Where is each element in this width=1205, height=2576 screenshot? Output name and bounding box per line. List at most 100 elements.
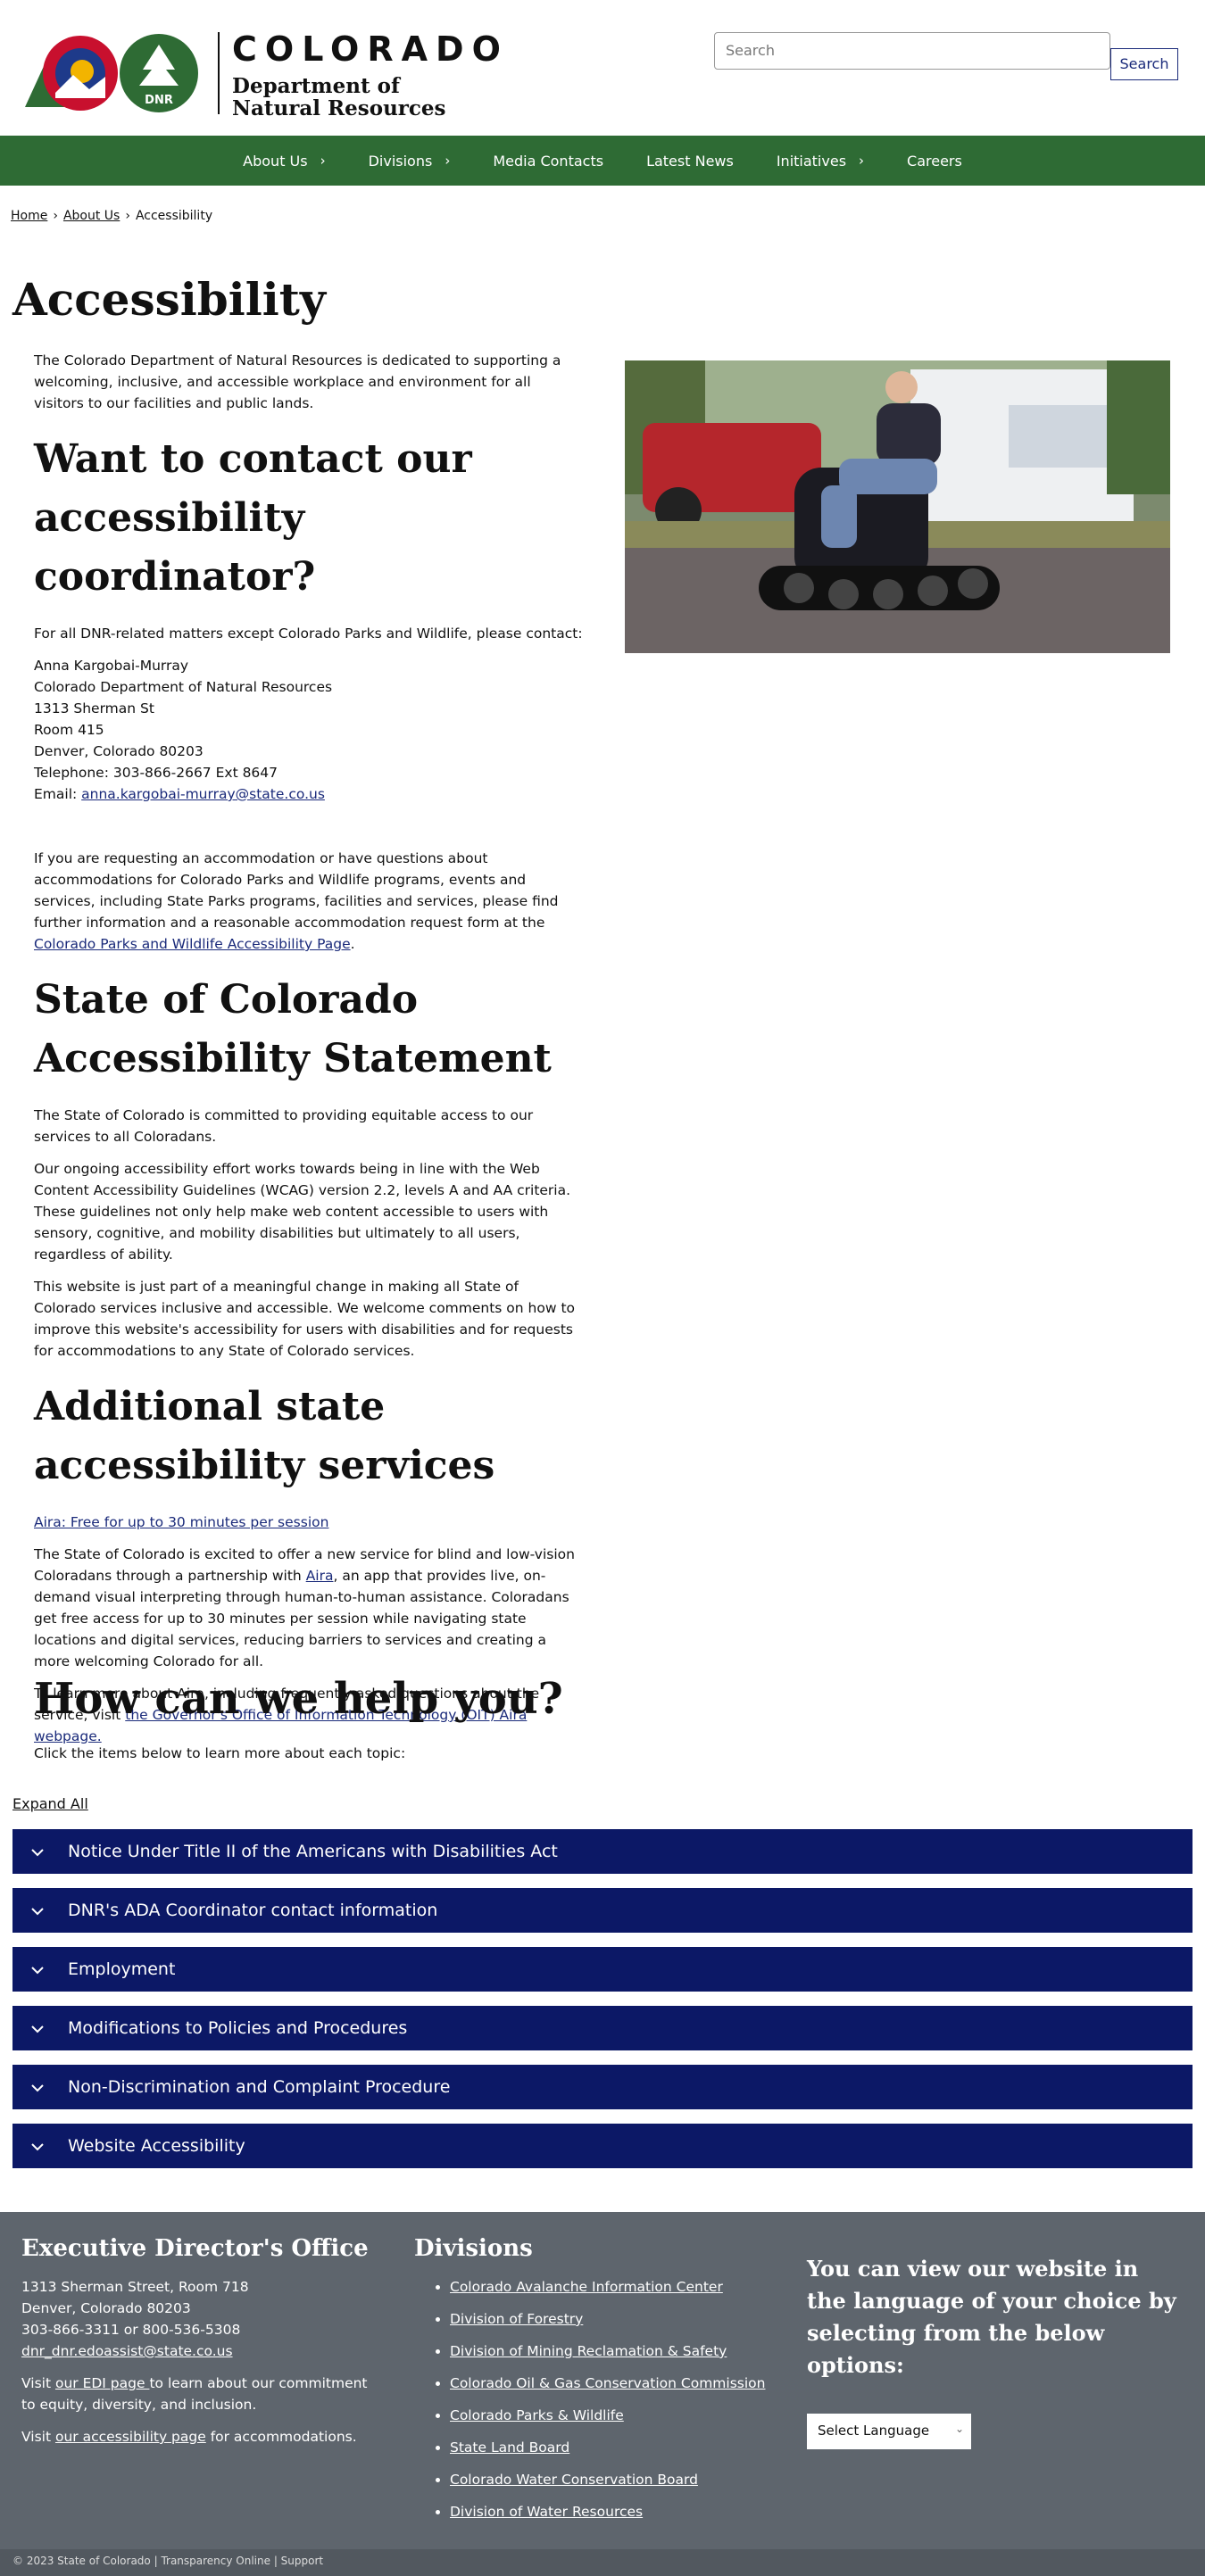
statement-p3: This website is just part of a meaningfu… — [34, 1279, 576, 1359]
aira-link[interactable]: Aira — [306, 1568, 334, 1584]
cpw-text: If you are requesting an accommodation o… — [34, 850, 559, 931]
statement-p1: The State of Colorado is committed to pr… — [34, 1107, 534, 1145]
statement-p2: Our ongoing accessibility effort works t… — [34, 1161, 571, 1263]
coordinator-address: Anna Kargobai-Murray Colorado Department… — [34, 655, 583, 805]
site-header: DNR COLORADO Department of Natural Resou… — [0, 0, 1205, 136]
coordinator-email-link[interactable]: anna.kargobai-murray@state.co.us — [81, 786, 325, 802]
footer-divisions-list: Colorado Avalanche Information Center Di… — [414, 2276, 771, 2522]
breadcrumb-separator: › — [125, 209, 130, 223]
footer-accessibility-link[interactable]: our accessibility page — [55, 2429, 206, 2445]
list-item: Division of Water Resources — [450, 2501, 771, 2522]
coordinator-city: Denver, Colorado 80203 — [34, 743, 204, 759]
footer-office-heading: Executive Director's Office — [21, 2235, 369, 2262]
additional-heading: Additional state accessibility services — [34, 1384, 495, 1488]
breadcrumb: Home › About Us › Accessibility — [11, 209, 212, 223]
footer-division-link[interactable]: Division of Water Resources — [450, 2504, 643, 2520]
accordion-item-website-accessibility[interactable]: Website Accessibility — [12, 2124, 1193, 2168]
chevron-right-icon: › — [445, 153, 451, 169]
footer-division-link[interactable]: State Land Board — [450, 2439, 569, 2456]
main-nav: About Us › Divisions › Media Contacts Late… — [0, 136, 1205, 186]
photo-image — [625, 360, 1170, 653]
footer-divisions: Divisions Colorado Avalanche Information… — [414, 2233, 771, 2533]
nav-label: Divisions — [368, 152, 433, 170]
accordion-item-ada-coordinator[interactable]: DNR's ADA Coordinator contact informatio… — [12, 1888, 1193, 1933]
nav-label: Latest News — [646, 152, 734, 170]
cpw-text-end: . — [350, 936, 355, 952]
nav-label: Initiatives — [776, 152, 847, 170]
breadcrumb-current: Accessibility — [135, 209, 213, 223]
email-label: Email: — [34, 786, 82, 802]
list-item: Colorado Water Conservation Board — [450, 2469, 771, 2490]
breadcrumb-home-link[interactable]: Home — [11, 209, 47, 223]
footer-division-link[interactable]: Colorado Oil & Gas Conservation Commissi… — [450, 2375, 765, 2391]
footer-accessibility-paragraph: Visit our accessibility page for accommo… — [21, 2426, 378, 2448]
chevron-down-icon — [30, 1901, 48, 1920]
footer-office: Executive Director's Office 1313 Sherman… — [21, 2233, 378, 2458]
footer-bottom-bar: © 2023 State of Colorado | Transparency … — [0, 2549, 1205, 2576]
page-title: Accessibility — [12, 273, 326, 326]
colorado-c-logo-icon: DNR — [25, 34, 198, 112]
footer-edi-link[interactable]: our EDI page — [55, 2375, 149, 2391]
footer-office-city: Denver, Colorado 80203 — [21, 2300, 191, 2316]
nav-item-latest-news[interactable]: Latest News — [625, 136, 755, 186]
coordinator-lead: For all DNR-related matters except Color… — [34, 625, 583, 642]
language-select[interactable]: Select Language ⌄ — [807, 2414, 971, 2449]
chevron-down-icon — [30, 2077, 48, 2097]
chevron-down-icon — [30, 1842, 48, 1861]
nav-item-initiatives[interactable]: Initiatives › — [755, 136, 885, 186]
footer-office-phone: 303-866-3311 or 800-536-5308 — [21, 2322, 241, 2338]
list-item: Division of Forestry — [450, 2308, 771, 2330]
search-input[interactable]: Search — [714, 32, 1110, 70]
footer-office-street: 1313 Sherman Street, Room 718 — [21, 2279, 249, 2295]
accordion-label: Non-Discrimination and Complaint Procedu… — [68, 2077, 451, 2097]
help-subtitle: Click the items below to learn more abou… — [34, 1745, 406, 1761]
nav-label: About Us — [243, 152, 308, 170]
nav-item-media-contacts[interactable]: Media Contacts — [471, 136, 625, 186]
site-logo[interactable]: DNR COLORADO Department of Natural Resou… — [25, 30, 501, 120]
nav-item-about-us[interactable]: About Us › — [221, 136, 346, 186]
nav-item-careers[interactable]: Careers — [885, 136, 984, 186]
footer-division-link[interactable]: Division of Mining Reclamation & Safety — [450, 2343, 727, 2359]
footer-division-link[interactable]: Division of Forestry — [450, 2311, 583, 2327]
footer-office-email-link[interactable]: dnr_dnr.edoassist@state.co.us — [21, 2343, 233, 2359]
accordion-label: Employment — [68, 1959, 176, 1979]
chevron-down-icon — [30, 1959, 48, 1979]
accordion-item-employment[interactable]: Employment — [12, 1947, 1193, 1992]
footer-division-link[interactable]: Colorado Parks & Wildlife — [450, 2407, 624, 2423]
coordinator-email-row: Email: anna.kargobai-murray@state.co.us — [34, 783, 583, 805]
site-footer: Executive Director's Office 1313 Sherman… — [0, 2212, 1205, 2576]
breadcrumb-about-link[interactable]: About Us — [63, 209, 120, 223]
list-item: Colorado Avalanche Information Center — [450, 2276, 771, 2298]
accordion-item-non-discrimination[interactable]: Non-Discrimination and Complaint Procedu… — [12, 2065, 1193, 2109]
footer-language-text: You can view our website in the language… — [807, 2256, 1176, 2378]
accordion-item-modifications[interactable]: Modifications to Policies and Procedures — [12, 2006, 1193, 2050]
footer-division-link[interactable]: Colorado Water Conservation Board — [450, 2472, 698, 2488]
coordinator-street: 1313 Sherman St — [34, 700, 154, 716]
nav-item-divisions[interactable]: Divisions › — [347, 136, 472, 186]
accordion-label: Modifications to Policies and Procedures — [68, 2018, 408, 2038]
main-content: The Colorado Department of Natural Resou… — [34, 350, 583, 1758]
aira-free-link[interactable]: Aira: Free for up to 30 minutes per sess… — [34, 1514, 328, 1530]
logo-dept-line2: Natural Resources — [232, 96, 446, 120]
coordinator-heading: Want to contact our accessibility coordi… — [34, 436, 472, 600]
logo-colorado-text: COLORADO — [232, 29, 509, 69]
cpw-accessibility-link[interactable]: Colorado Parks and Wildlife Accessibilit… — [34, 936, 351, 952]
cpw-paragraph: If you are requesting an accommodation o… — [34, 848, 583, 955]
logo-divider — [218, 32, 220, 114]
expand-all-link[interactable]: Expand All — [12, 1795, 88, 1812]
logo-dept-line1: Department of — [232, 74, 400, 98]
coordinator-org: Colorado Department of Natural Resources — [34, 679, 333, 695]
accordion-item-title-ii[interactable]: Notice Under Title II of the Americans w… — [12, 1829, 1193, 1874]
accordion-label: DNR's ADA Coordinator contact informatio… — [68, 1901, 438, 1920]
footer-division-link[interactable]: Colorado Avalanche Information Center — [450, 2279, 723, 2295]
footer-language: You can view our website in the language… — [807, 2253, 1182, 2449]
footer-edi-paragraph: Visit our EDI page to learn about our co… — [21, 2373, 378, 2415]
chevron-down-icon — [30, 2018, 48, 2038]
chevron-down-icon — [30, 2136, 48, 2156]
list-item: Division of Mining Reclamation & Safety — [450, 2340, 771, 2362]
nav-label: Media Contacts — [493, 152, 604, 170]
accordion-label: Website Accessibility — [68, 2136, 245, 2156]
acc-text-end: for accommodations. — [205, 2429, 357, 2445]
statement-heading: State of Colorado Accessibility Statemen… — [34, 977, 552, 1081]
search-button[interactable]: Search — [1110, 48, 1178, 80]
